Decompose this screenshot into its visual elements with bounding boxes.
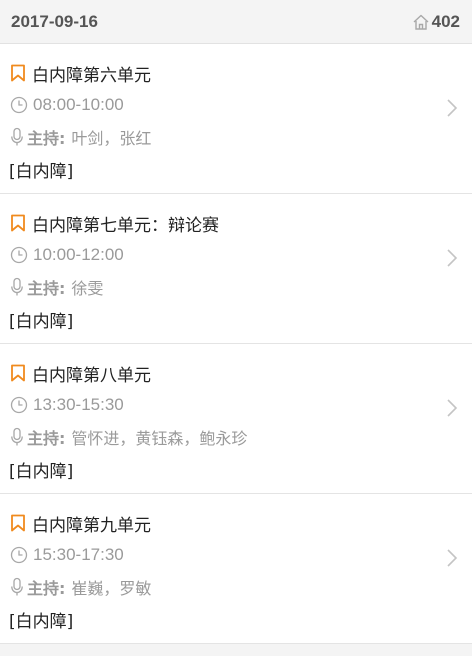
host-names: 崔巍，罗敏	[71, 579, 152, 598]
microphone-icon	[11, 277, 23, 296]
session-item[interactable]: 白内障第八单元 13:30-15:30 主持: 管怀进，黄钰森，鲍永珍 [白内障…	[0, 344, 472, 494]
bookmark-icon	[11, 64, 25, 82]
session-time: 08:00-10:00	[33, 95, 124, 114]
bookmark-icon	[11, 214, 25, 232]
host-label: 主持:	[27, 279, 66, 298]
clock-icon	[10, 396, 28, 414]
session-title: 白内障第七单元：辩论赛	[32, 215, 219, 236]
host-names: 徐雯	[71, 279, 104, 298]
host-label: 主持:	[27, 129, 66, 148]
host-names: 管怀进，黄钰森，鲍永珍	[71, 429, 248, 448]
session-time: 15:30-17:30	[33, 545, 124, 564]
session-tag: [白内障]	[9, 461, 74, 482]
chevron-right-icon[interactable]	[446, 248, 458, 268]
session-title: 白内障第六单元	[32, 65, 151, 86]
session-tag: [白内障]	[9, 161, 74, 182]
chevron-right-icon[interactable]	[446, 98, 458, 118]
clock-icon	[10, 246, 28, 264]
session-tag: [白内障]	[9, 311, 74, 332]
session-tag: [白内障]	[9, 611, 74, 632]
host-label: 主持:	[27, 429, 66, 448]
microphone-icon	[11, 427, 23, 446]
bookmark-icon	[11, 514, 25, 532]
clock-icon	[10, 96, 28, 114]
home-icon	[413, 14, 429, 30]
room-number: 402	[431, 11, 460, 31]
session-item[interactable]: 白内障第七单元：辩论赛 10:00-12:00 主持: 徐雯 [白内障]	[0, 194, 472, 344]
host-names: 叶剑，张红	[71, 129, 152, 148]
microphone-icon	[11, 577, 23, 596]
session-time: 13:30-15:30	[33, 395, 124, 414]
bookmark-icon	[11, 364, 25, 382]
day-header: 2017-09-16 402	[0, 0, 472, 44]
chevron-right-icon[interactable]	[446, 398, 458, 418]
session-title: 白内障第九单元	[32, 515, 151, 536]
date-label: 2017-09-16	[11, 11, 98, 31]
microphone-icon	[11, 127, 23, 146]
chevron-right-icon[interactable]	[446, 548, 458, 568]
clock-icon	[10, 546, 28, 564]
session-title: 白内障第八单元	[32, 365, 151, 386]
list-footer	[0, 644, 472, 656]
session-item[interactable]: 白内障第六单元 08:00-10:00 主持: 叶剑，张红 [白内障]	[0, 44, 472, 194]
host-label: 主持:	[27, 579, 66, 598]
session-item[interactable]: 白内障第九单元 15:30-17:30 主持: 崔巍，罗敏 [白内障]	[0, 494, 472, 644]
session-time: 10:00-12:00	[33, 245, 124, 264]
room-indicator: 402	[412, 12, 460, 32]
